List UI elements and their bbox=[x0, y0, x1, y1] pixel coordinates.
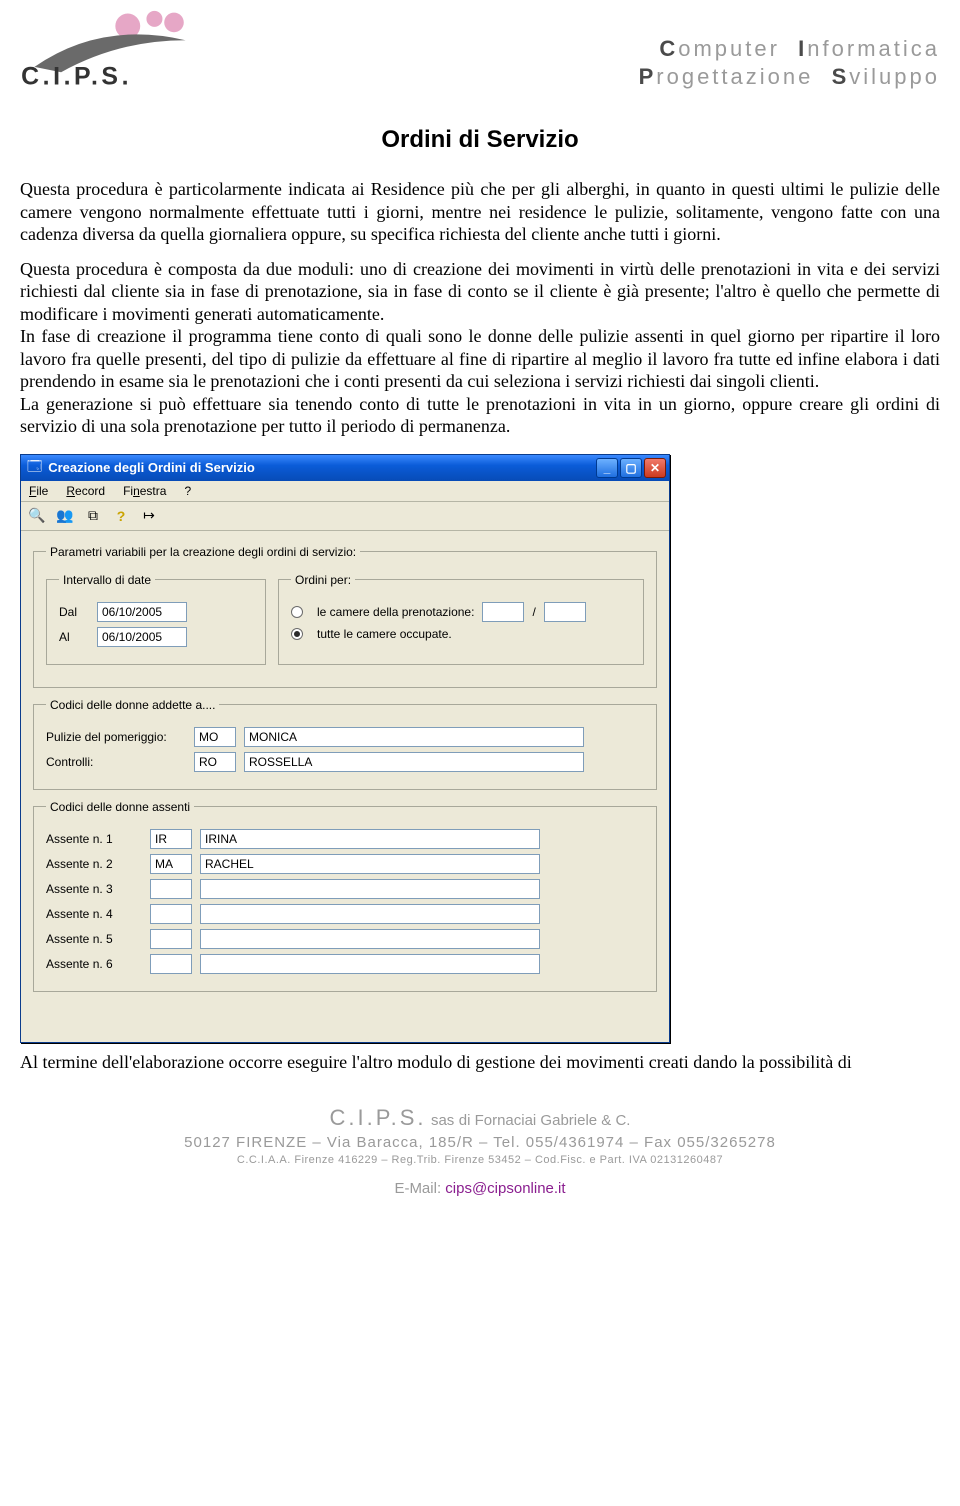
label-dal: Dal bbox=[59, 605, 89, 619]
group-addette: Codici delle donne addette a.... Pulizie… bbox=[33, 698, 657, 790]
label-pomeriggio: Pulizie del pomeriggio: bbox=[46, 730, 186, 744]
letterhead: C.I.P.S. Computer Informatica Progettazi… bbox=[20, 0, 940, 98]
para-1: Questa procedura è particolarmente indic… bbox=[20, 178, 940, 246]
footer-company-form: sas bbox=[431, 1112, 454, 1129]
assente-name-input[interactable] bbox=[200, 929, 540, 949]
assente-row: Assente n. 5 bbox=[46, 929, 644, 949]
input-pomeriggio-name[interactable] bbox=[244, 727, 584, 747]
group-parametri: Parametri variabili per la creazione deg… bbox=[33, 545, 657, 688]
footer-email-link[interactable]: cips@cipsonline.it bbox=[445, 1180, 565, 1197]
menu-bar: File Record Finestra ? bbox=[21, 481, 669, 502]
assente-row: Assente n. 2 bbox=[46, 854, 644, 874]
assente-name-input[interactable] bbox=[200, 904, 540, 924]
assente-code-input[interactable] bbox=[150, 854, 192, 874]
assente-row: Assente n. 4 bbox=[46, 904, 644, 924]
input-prenotazione-2[interactable] bbox=[544, 602, 586, 622]
page-footer: C.I.P.S. sas di Fornaciai Gabriele & C. … bbox=[20, 1103, 940, 1199]
document-title: Ordini di Servizio bbox=[20, 126, 940, 154]
toolbar-help-icon[interactable]: ? bbox=[111, 506, 131, 526]
group-addette-legend: Codici delle donne addette a.... bbox=[46, 698, 219, 712]
footer-email-label: E-Mail: bbox=[394, 1180, 445, 1197]
assente-code-input[interactable] bbox=[150, 954, 192, 974]
footer-registration: C.C.I.A.A. Firenze 416229 – Reg.Trib. Fi… bbox=[20, 1153, 940, 1168]
maximize-button[interactable]: ▢ bbox=[620, 458, 642, 478]
para-3: In fase di creazione il programma tiene … bbox=[20, 325, 940, 393]
close-button[interactable]: ✕ bbox=[644, 458, 666, 478]
dialog-window: 🗔 Creazione degli Ordini di Servizio _ ▢… bbox=[20, 454, 670, 1043]
assente-row: Assente n. 3 bbox=[46, 879, 644, 899]
footer-company-of: di Fornaciai Gabriele & C. bbox=[459, 1112, 631, 1129]
group-ordini-per: Ordini per: le camere della prenotazione… bbox=[278, 573, 644, 665]
toolbar: 🔍 👥 ⧉ ? ↦ bbox=[21, 502, 669, 531]
assente-name-input[interactable] bbox=[200, 954, 540, 974]
label-controlli: Controlli: bbox=[46, 755, 186, 769]
input-controlli-code[interactable] bbox=[194, 752, 236, 772]
label-al: Al bbox=[59, 630, 89, 644]
input-prenotazione-1[interactable] bbox=[482, 602, 524, 622]
menu-finestra[interactable]: Finestra bbox=[123, 484, 166, 498]
tagline: Computer Informatica Progettazione Svilu… bbox=[639, 35, 940, 90]
toolbar-icon-3[interactable]: ⧉ bbox=[83, 506, 103, 526]
assente-code-input[interactable] bbox=[150, 904, 192, 924]
input-al[interactable] bbox=[97, 627, 187, 647]
assente-name-input[interactable] bbox=[200, 879, 540, 899]
assente-label: Assente n. 6 bbox=[46, 957, 142, 971]
assente-row: Assente n. 6 bbox=[46, 954, 644, 974]
assente-code-input[interactable] bbox=[150, 829, 192, 849]
cips-logo-icon: C.I.P.S. bbox=[20, 10, 200, 90]
para-after-dialog: Al termine dell'elaborazione occorre ese… bbox=[20, 1051, 940, 1074]
assente-label: Assente n. 5 bbox=[46, 932, 142, 946]
dialog-titlebar[interactable]: 🗔 Creazione degli Ordini di Servizio _ ▢… bbox=[21, 455, 669, 481]
logo-block: C.I.P.S. bbox=[20, 10, 200, 90]
menu-help[interactable]: ? bbox=[184, 484, 191, 498]
assente-label: Assente n. 2 bbox=[46, 857, 142, 871]
dialog-client-area: Parametri variabili per la creazione deg… bbox=[21, 531, 669, 1042]
footer-company-big: C.I.P.S. bbox=[330, 1105, 427, 1130]
toolbar-icon-2[interactable]: 👥 bbox=[55, 506, 75, 526]
radio-tutte-occupate-label: tutte le camere occupate. bbox=[317, 627, 452, 641]
radio-camere-prenotazione[interactable] bbox=[291, 606, 303, 618]
radio-camere-prenotazione-label: le camere della prenotazione: bbox=[317, 605, 474, 619]
footer-address: 50127 FIRENZE – Via Baracca, 185/R – Tel… bbox=[20, 1133, 940, 1153]
group-intervallo-legend: Intervallo di date bbox=[59, 573, 155, 587]
app-icon: 🗔 bbox=[27, 456, 42, 480]
assente-label: Assente n. 1 bbox=[46, 832, 142, 846]
assente-name-input[interactable] bbox=[200, 854, 540, 874]
menu-record[interactable]: Record bbox=[66, 484, 105, 498]
minimize-button[interactable]: _ bbox=[596, 458, 618, 478]
toolbar-exit-icon[interactable]: ↦ bbox=[139, 506, 159, 526]
menu-file[interactable]: File bbox=[29, 484, 48, 498]
assente-row: Assente n. 1 bbox=[46, 829, 644, 849]
input-dal[interactable] bbox=[97, 602, 187, 622]
dialog-title: Creazione degli Ordini di Servizio bbox=[48, 460, 596, 475]
assente-name-input[interactable] bbox=[200, 829, 540, 849]
group-intervallo-date: Intervallo di date Dal Al bbox=[46, 573, 266, 665]
group-parametri-legend: Parametri variabili per la creazione deg… bbox=[46, 545, 360, 559]
assente-code-input[interactable] bbox=[150, 929, 192, 949]
assente-label: Assente n. 3 bbox=[46, 882, 142, 896]
group-assenti: Codici delle donne assenti Assente n. 1 A… bbox=[33, 800, 657, 992]
input-pomeriggio-code[interactable] bbox=[194, 727, 236, 747]
group-assenti-legend: Codici delle donne assenti bbox=[46, 800, 194, 814]
para-2: Questa procedura è composta da due modul… bbox=[20, 258, 940, 326]
input-controlli-name[interactable] bbox=[244, 752, 584, 772]
svg-text:C.I.P.S.: C.I.P.S. bbox=[21, 63, 132, 90]
assente-code-input[interactable] bbox=[150, 879, 192, 899]
toolbar-icon-1[interactable]: 🔍 bbox=[27, 506, 47, 526]
assente-label: Assente n. 4 bbox=[46, 907, 142, 921]
para-4: La generazione si può effettuare sia ten… bbox=[20, 393, 940, 438]
prenotazione-sep: / bbox=[532, 605, 535, 619]
group-ordini-legend: Ordini per: bbox=[291, 573, 355, 587]
radio-tutte-occupate[interactable] bbox=[291, 628, 303, 640]
